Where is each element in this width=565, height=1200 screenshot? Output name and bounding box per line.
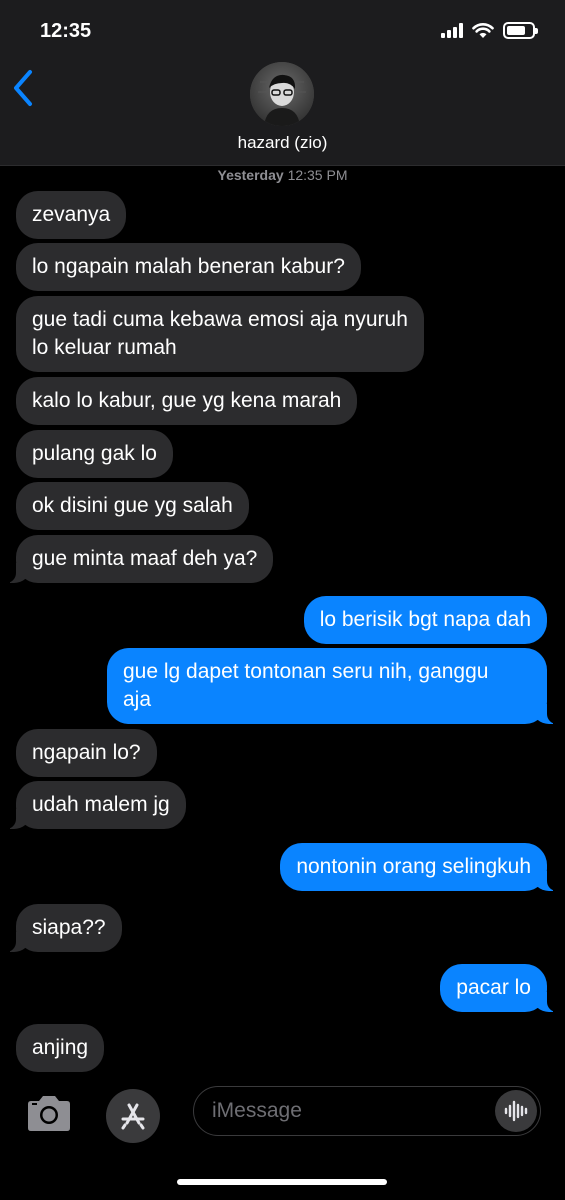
- message-text: anjing: [32, 1036, 89, 1059]
- message-bubble-incoming[interactable]: kalo lo kabur, gue yg kena marah: [16, 377, 358, 425]
- message-bubble-incoming[interactable]: pulang gak lo: [16, 430, 173, 478]
- message-bubble-incoming[interactable]: zevanya: [16, 191, 127, 239]
- message-text: nontonin orang selingkuh: [296, 855, 531, 878]
- message-text: lo berisik bgt napa dah: [319, 608, 531, 631]
- message-text: siapa??: [32, 916, 106, 939]
- back-button[interactable]: [10, 68, 40, 108]
- message-bubble-incoming[interactable]: ok disini gue yg salah: [16, 482, 249, 530]
- message-bubble-incoming[interactable]: siapa??: [6, 904, 122, 952]
- imessage-field[interactable]: [193, 1086, 541, 1136]
- message-bubble-outgoing[interactable]: pacar lo: [440, 964, 557, 1012]
- message-text: kalo lo kabur, gue yg kena marah: [32, 389, 342, 412]
- conversation-timestamp: Yesterday 12:35 PM: [0, 167, 565, 183]
- message-text-line: aja: [123, 688, 152, 711]
- message-bubble-outgoing[interactable]: nontonin orang selingkuh: [280, 843, 557, 891]
- message-text: pulang gak lo: [32, 442, 157, 465]
- message-text: gue minta maaf deh ya?: [32, 547, 258, 570]
- message-text: ok disini gue yg salah: [32, 494, 233, 517]
- message-text-line: lo keluar rumah: [32, 336, 177, 359]
- message-bubble-outgoing[interactable]: gue lg dapet tontonan seru nih, ganggu aj…: [107, 648, 557, 724]
- message-bubble-outgoing[interactable]: lo berisik bgt napa dah: [303, 596, 547, 644]
- audio-message-button[interactable]: [495, 1090, 537, 1132]
- message-text-line: gue lg dapet tontonan seru nih, ganggu: [123, 660, 489, 683]
- message-text: ngapain lo?: [32, 741, 141, 764]
- battery-icon: [503, 22, 538, 39]
- message-bubble-incoming[interactable]: udah malem jg: [6, 781, 186, 829]
- message-text: udah malem jg: [32, 793, 170, 816]
- camera-button[interactable]: [24, 1094, 74, 1134]
- home-indicator[interactable]: [177, 1179, 387, 1185]
- message-bubble-incoming[interactable]: ngapain lo?: [16, 729, 157, 777]
- message-text: zevanya: [32, 203, 111, 226]
- status-icons: [441, 22, 538, 39]
- wifi-icon: [472, 23, 494, 38]
- message-text-line: gue tadi cuma kebawa emosi aja nyuruh: [32, 308, 408, 331]
- camera-icon: [28, 1096, 70, 1131]
- contact-name[interactable]: hazard (zio): [0, 133, 565, 153]
- timestamp-day: Yesterday: [217, 167, 284, 183]
- message-bubble-incoming[interactable]: gue minta maaf deh ya?: [5, 535, 274, 583]
- message-bubble-incoming[interactable]: lo ngapain malah beneran kabur?: [16, 243, 361, 291]
- back-chevron-icon: [14, 70, 32, 106]
- audio-waveform-icon: [504, 1100, 528, 1122]
- message-text: pacar lo: [456, 976, 531, 999]
- timestamp-time: 12:35 PM: [287, 167, 348, 183]
- status-time: 12:35: [40, 20, 92, 42]
- conversation-header: 12:35 hazard (zio): [0, 0, 565, 166]
- message-text: lo ngapain malah beneran kabur?: [32, 255, 345, 278]
- app-store-button[interactable]: [106, 1089, 160, 1143]
- message-bubble-incoming[interactable]: anjing: [16, 1024, 105, 1072]
- message-bubble-incoming[interactable]: gue tadi cuma kebawa emosi aja nyuruh lo …: [16, 296, 424, 372]
- contact-avatar[interactable]: [250, 62, 314, 126]
- signal-icon: [441, 23, 463, 38]
- app-store-icon: [121, 1103, 145, 1130]
- message-input[interactable]: [212, 1096, 482, 1126]
